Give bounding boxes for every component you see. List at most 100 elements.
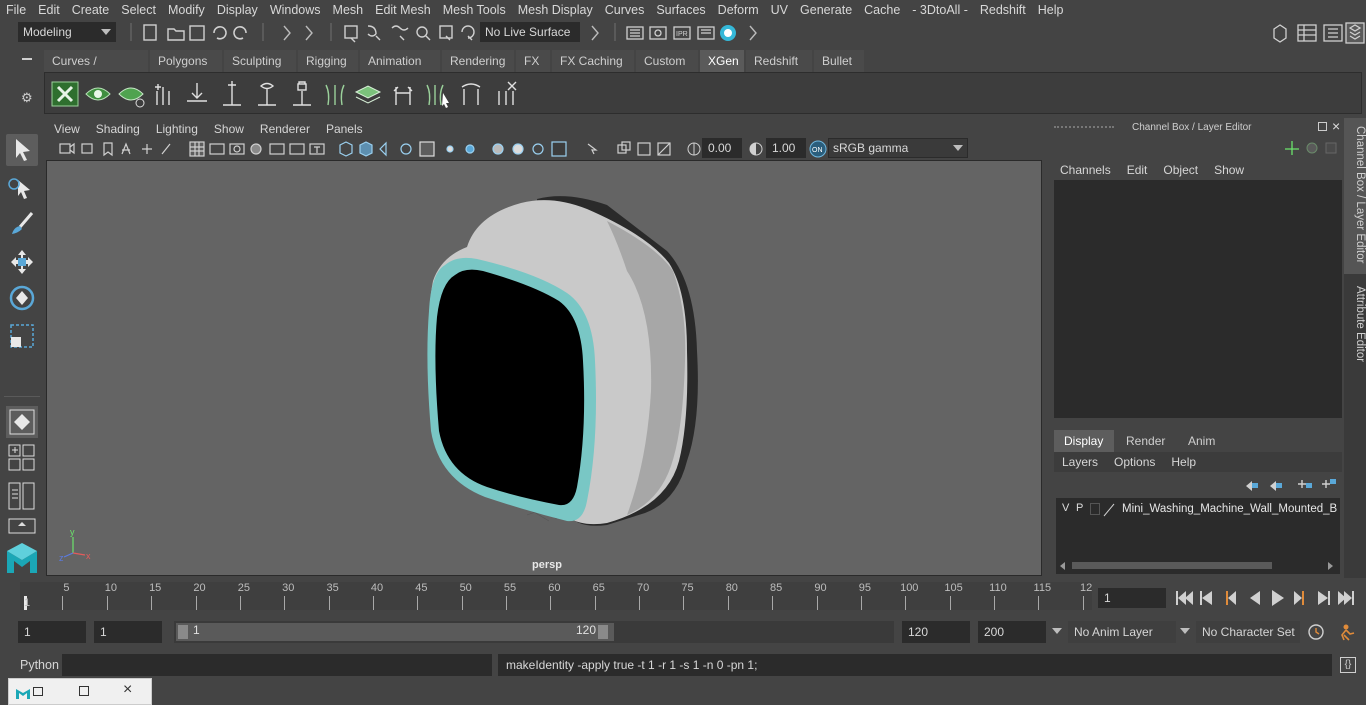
layer-row[interactable]: V P Mini_Washing_Machine_Wall_Mounted_B — [1056, 500, 1340, 520]
layout-single-icon[interactable] — [8, 518, 36, 538]
mode-dropdown[interactable]: Modeling — [18, 22, 116, 42]
channel-box-mode-icons[interactable] — [1282, 139, 1342, 157]
paint-select-tool[interactable] — [6, 208, 38, 240]
tab-render[interactable]: Render — [1116, 430, 1176, 452]
menu-create[interactable]: Create — [66, 0, 116, 20]
range-handle-start[interactable] — [178, 625, 188, 639]
exposure-field[interactable]: 0.00 — [702, 138, 742, 158]
tab-bullet[interactable]: Bullet — [814, 50, 864, 72]
range-handle-end[interactable] — [598, 625, 608, 639]
menu-cache[interactable]: Cache — [858, 0, 906, 20]
tab-rigging[interactable]: Rigging — [298, 50, 358, 72]
tab-anim[interactable]: Anim — [1178, 430, 1228, 452]
menu-surfaces[interactable]: Surfaces — [650, 0, 711, 20]
sculpt-guide-icon[interactable] — [388, 79, 418, 109]
cb-menu-edit[interactable]: Edit — [1119, 160, 1156, 180]
tab-rendering[interactable]: Rendering — [442, 50, 514, 72]
display-toggle-icons[interactable] — [582, 140, 682, 158]
tab-attribute-editor[interactable]: Attribute Editor — [1344, 278, 1366, 378]
character-set-dropdown[interactable]: No Character Set — [1196, 621, 1300, 643]
layers-icon[interactable] — [353, 79, 383, 109]
gamma-field[interactable]: 1.00 — [766, 138, 806, 158]
scrollbar-thumb[interactable] — [1072, 562, 1272, 569]
leaf-icon[interactable] — [116, 79, 146, 109]
menu-modify[interactable]: Modify — [162, 0, 211, 20]
live-surface-field[interactable]: No Live Surface — [480, 22, 580, 42]
command-input[interactable] — [62, 654, 492, 676]
scroll-left-icon[interactable] — [1060, 562, 1065, 570]
menu-windows[interactable]: Windows — [264, 0, 327, 20]
tab-sculpting[interactable]: Sculpting — [224, 50, 296, 72]
tab-animation[interactable]: Animation — [360, 50, 440, 72]
layer-playback-toggle[interactable]: P — [1076, 502, 1088, 514]
restore-icon[interactable] — [33, 687, 43, 696]
tab-channel-box-layer-editor[interactable]: Channel Box / Layer Editor — [1344, 118, 1366, 274]
menu-curves[interactable]: Curves — [599, 0, 651, 20]
le-menu-options[interactable]: Options — [1106, 452, 1163, 472]
chevron-down-icon[interactable] — [1052, 628, 1062, 634]
viewport-persp[interactable]: y x z persp — [46, 160, 1042, 576]
le-menu-help[interactable]: Help — [1163, 452, 1204, 472]
select-tool[interactable] — [6, 134, 38, 166]
gear-icon[interactable]: ⚙ — [21, 91, 33, 104]
chevron-down-icon[interactable] — [1180, 628, 1190, 634]
script-editor-icon[interactable]: {} — [1340, 657, 1356, 673]
expand-arrow-icon[interactable] — [744, 23, 774, 43]
move-tool[interactable] — [6, 246, 38, 278]
file-actions-icons[interactable] — [142, 23, 252, 43]
render-icons[interactable]: IPR — [624, 22, 744, 44]
script-language-label[interactable]: Python — [20, 655, 59, 675]
vp-menu-lighting[interactable]: Lighting — [148, 119, 206, 139]
guide-eye-icon[interactable] — [252, 79, 282, 109]
tab-curves-surfaces[interactable]: Curves / Surfaces — [44, 50, 148, 90]
vp-menu-shading[interactable]: Shading — [88, 119, 148, 139]
menu-help[interactable]: Help — [1032, 0, 1070, 20]
menu-generate[interactable]: Generate — [794, 0, 858, 20]
layer-actions-icons[interactable] — [1240, 474, 1340, 494]
xgen-editor-icon[interactable] — [50, 79, 80, 109]
playback-start-field[interactable]: 1 — [94, 621, 162, 643]
range-slider[interactable]: 1 120 — [174, 621, 894, 643]
color-space-dropdown[interactable]: sRGB gamma — [828, 138, 968, 158]
tab-fx[interactable]: FX — [516, 50, 550, 72]
float-icon[interactable] — [1318, 122, 1327, 131]
tab-display[interactable]: Display — [1054, 430, 1114, 452]
grooming-icon[interactable] — [320, 79, 350, 109]
le-menu-layers[interactable]: Layers — [1054, 452, 1106, 472]
place-guide-icon[interactable] — [182, 79, 212, 109]
add-guide-icon[interactable] — [149, 79, 179, 109]
cb-menu-object[interactable]: Object — [1155, 160, 1206, 180]
tab-redshift[interactable]: Redshift — [746, 50, 812, 72]
color-management-icon[interactable]: ON — [808, 139, 828, 159]
start-frame-field[interactable]: 1 — [18, 621, 86, 643]
menu-file[interactable]: File — [0, 0, 32, 20]
menu-mesh-display[interactable]: Mesh Display — [512, 0, 599, 20]
tab-custom[interactable]: Custom — [636, 50, 698, 72]
delete-guide-icon[interactable] — [491, 79, 521, 109]
layer-visibility-toggle[interactable]: V — [1062, 502, 1074, 514]
layout-quad-icon[interactable] — [8, 444, 36, 472]
eye-icon[interactable] — [83, 79, 113, 109]
end-frame-field[interactable]: 200 — [978, 621, 1046, 643]
vp-menu-panels[interactable]: Panels — [318, 119, 371, 139]
menu-3dtoall[interactable]: - 3DtoAll - — [906, 0, 974, 20]
menu-deform[interactable]: Deform — [712, 0, 765, 20]
select-guide-icon[interactable] — [423, 79, 453, 109]
collapse-arrow-icon[interactable] — [586, 23, 616, 43]
close-icon[interactable]: × — [123, 681, 132, 699]
menu-mesh[interactable]: Mesh — [327, 0, 370, 20]
playback-controls[interactable] — [1172, 587, 1358, 609]
lasso-tool[interactable] — [6, 172, 38, 204]
menu-edit[interactable]: Edit — [32, 0, 66, 20]
menu-uv[interactable]: UV — [765, 0, 794, 20]
cb-menu-show[interactable]: Show — [1206, 160, 1252, 180]
close-icon[interactable]: × — [1332, 118, 1340, 134]
maximize-icon[interactable] — [79, 686, 89, 696]
anim-preferences-icons[interactable] — [1306, 622, 1362, 642]
menu-edit-mesh[interactable]: Edit Mesh — [369, 0, 437, 20]
scroll-right-icon[interactable] — [1328, 562, 1333, 570]
menu-mesh-tools[interactable]: Mesh Tools — [437, 0, 512, 20]
lock-icon[interactable] — [287, 79, 317, 109]
tab-fx-caching[interactable]: FX Caching — [552, 50, 634, 72]
cb-menu-channels[interactable]: Channels — [1052, 160, 1119, 180]
